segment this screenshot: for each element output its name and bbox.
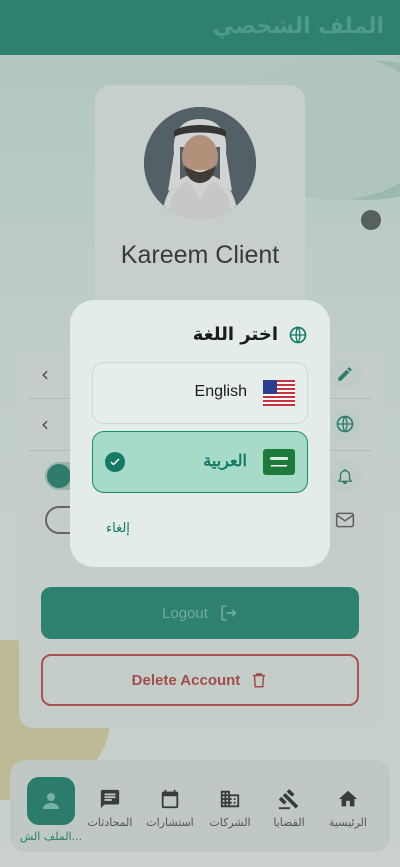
- check-icon: [105, 452, 125, 472]
- language-label: English: [194, 383, 247, 400]
- dialog-title: اختر اللغة: [192, 324, 278, 345]
- language-dialog: اختر اللغة English العربية إلغاء: [70, 300, 330, 567]
- saudi-flag-icon: [263, 449, 295, 475]
- language-option-english[interactable]: English: [92, 362, 308, 424]
- globe-icon: [288, 325, 308, 349]
- language-option-arabic[interactable]: العربية: [92, 431, 308, 493]
- app-root: الملف الشخصي Kareem Client ‹ ‹ Logout De…: [0, 0, 400, 867]
- cancel-button[interactable]: إلغاء: [106, 521, 130, 536]
- us-flag-icon: [263, 380, 295, 406]
- language-label: العربية: [203, 453, 247, 470]
